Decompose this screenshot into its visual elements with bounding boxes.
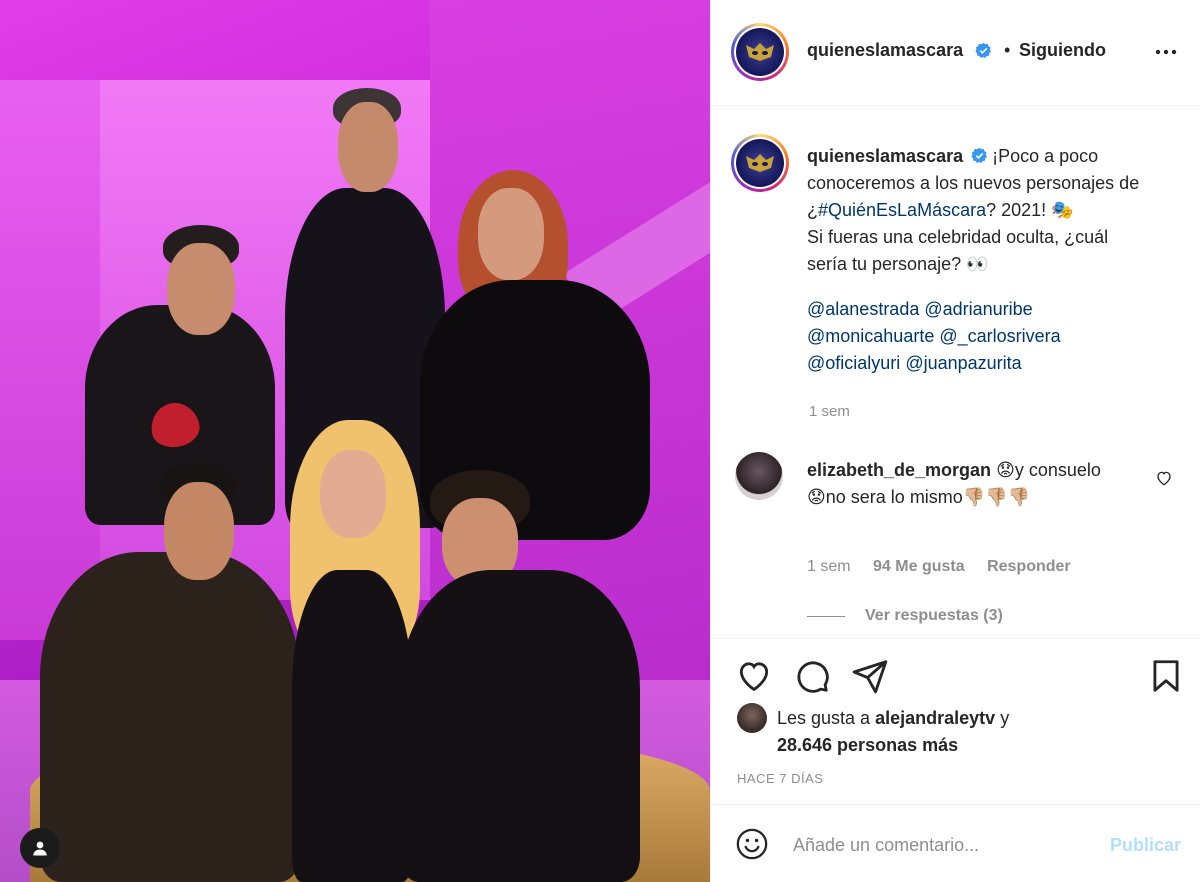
comments-section: quieneslamascara ¡Poco a poco conoceremo… xyxy=(711,107,1200,637)
mask-logo-icon xyxy=(746,43,774,61)
post-caption: quieneslamascara ¡Poco a poco conoceremo… xyxy=(807,143,1147,278)
comment: elizabeth_de_morgan 😟y consuelo 😟no sera… xyxy=(807,457,1117,511)
share-icon[interactable] xyxy=(851,657,889,695)
caption-hashtag[interactable]: #QuiénEsLaMáscara xyxy=(818,200,986,220)
mention-link[interactable]: @_carlosrivera xyxy=(939,326,1060,346)
comment-icon[interactable] xyxy=(793,657,831,695)
liked-by: Les gusta a alejandraleytv y 28.646 pers… xyxy=(737,703,1009,759)
save-icon[interactable] xyxy=(1147,657,1185,695)
post-date[interactable]: HACE 7 DÍAS xyxy=(737,771,823,786)
comment-likes[interactable]: 94 Me gusta xyxy=(873,558,965,575)
action-bar: Les gusta a alejandraleytv y 28.646 pers… xyxy=(711,638,1200,804)
emoji-icon[interactable] xyxy=(735,827,769,861)
post-photo[interactable] xyxy=(0,0,710,882)
view-replies-label: Ver respuestas (3) xyxy=(865,607,1003,624)
caption-avatar[interactable] xyxy=(731,134,789,192)
account-avatar[interactable] xyxy=(731,23,789,81)
mention-link[interactable]: @adrianuribe xyxy=(924,299,1032,319)
user-icon xyxy=(33,841,47,856)
caption-text-after: ? 2021! 🎭 xyxy=(986,200,1074,220)
post-sidebar: quieneslamascara • Siguiendo quieneslama xyxy=(710,0,1200,882)
mention-link[interactable]: @oficialyuri xyxy=(807,353,900,373)
verified-badge-icon xyxy=(971,147,988,163)
like-icon[interactable] xyxy=(735,657,773,695)
comment-input[interactable] xyxy=(793,827,1093,863)
publish-button[interactable]: Publicar xyxy=(1110,835,1181,856)
liker-avatar[interactable] xyxy=(737,703,767,733)
mention-link[interactable]: @alanestrada xyxy=(807,299,919,319)
liked-by-joiner: y xyxy=(1000,708,1010,728)
caption-time[interactable]: 1 sem xyxy=(809,403,850,420)
mention-link[interactable]: @juanpazurita xyxy=(905,353,1021,373)
account-username[interactable]: quieneslamascara xyxy=(807,40,963,61)
person-front-left xyxy=(40,462,300,882)
replies-divider xyxy=(807,615,845,617)
post-header: quieneslamascara • Siguiendo xyxy=(711,0,1200,106)
mask-logo-icon xyxy=(746,154,774,172)
caption-mentions: @alanestrada @adrianuribe @monicahuarte … xyxy=(807,296,1147,377)
person-front-right xyxy=(400,470,640,882)
liked-by-prefix: Les gusta a xyxy=(777,708,871,728)
caption-text-line2: Si fueras una celebridad oculta, ¿cuál s… xyxy=(807,227,1109,274)
separator-dot: • xyxy=(1004,40,1011,60)
tagged-users-button[interactable] xyxy=(20,828,60,868)
verified-badge-icon xyxy=(975,42,992,58)
add-comment-bar: Publicar xyxy=(711,804,1200,882)
follow-button[interactable]: Siguiendo xyxy=(1019,40,1106,61)
view-replies-button[interactable]: Ver respuestas (3) xyxy=(807,607,1003,625)
comment-meta: 1 sem 94 Me gusta Responder xyxy=(807,558,1089,576)
commenter-avatar[interactable] xyxy=(735,452,783,500)
mention-link[interactable]: @monicahuarte xyxy=(807,326,934,346)
reply-button[interactable]: Responder xyxy=(987,558,1071,575)
comment-time[interactable]: 1 sem xyxy=(807,558,851,575)
comment-like-icon[interactable] xyxy=(1155,469,1173,487)
commenter-username[interactable]: elizabeth_de_morgan xyxy=(807,460,991,480)
likes-count[interactable]: 28.646 personas más xyxy=(777,735,958,755)
liked-by-user[interactable]: alejandraleytv xyxy=(875,708,995,728)
more-options-icon[interactable] xyxy=(1154,40,1178,64)
liked-by-text: Les gusta a alejandraleytv y 28.646 pers… xyxy=(777,705,1009,759)
caption-username[interactable]: quieneslamascara xyxy=(807,146,963,166)
